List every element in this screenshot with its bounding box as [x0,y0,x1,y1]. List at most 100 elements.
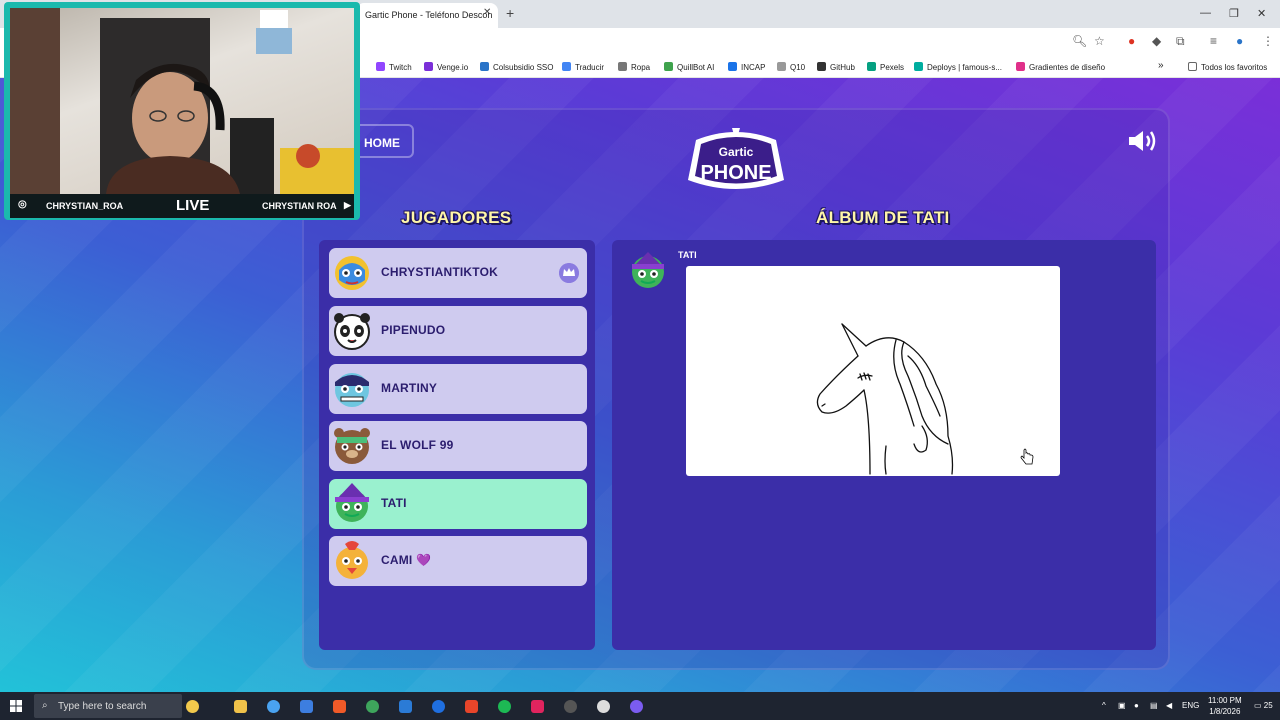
minimize-icon[interactable]: — [1200,7,1211,19]
bookmark-favicon-icon [777,62,786,71]
windows-start-icon[interactable] [10,700,22,712]
bookmark-favicon-icon [867,62,876,71]
player-row[interactable]: CHRYSTIANTIKTOK [329,248,587,298]
bookmark-item[interactable]: Gradientes de diseño [1016,62,1105,72]
player-name: EL WOLF 99 [381,438,454,452]
instagram-icon: ◎ [18,199,27,210]
player-row[interactable]: TATI [329,479,587,529]
stream-handle-right: CHRYSTIAN ROA [262,201,337,211]
spotify-icon[interactable] [498,700,511,713]
clock[interactable]: 11:00 PM 1/8/2026 [1208,695,1242,717]
tiktok-icon[interactable] [531,700,544,713]
extension-icon[interactable]: ● [1128,34,1135,48]
bookmark-favicon-icon [562,62,571,71]
copilot-sparkle-icon[interactable] [186,700,199,713]
player-row[interactable]: MARTINY [329,364,587,414]
bird-avatar-icon [336,541,368,579]
volume-icon[interactable]: ◀ [1166,701,1172,710]
app-icon[interactable] [465,700,478,713]
stream-handle-left: CHRYSTIAN_ROA [46,201,124,211]
bookmark-item[interactable]: Colsubsidio SSO [480,62,553,72]
edge-icon[interactable] [267,700,280,713]
monster-avatar-icon [335,373,369,407]
search-placeholder: Type here to search [58,701,147,712]
new-tab-button[interactable]: + [506,5,514,21]
bookmark-favicon-icon [1016,62,1025,71]
bookmark-favicon-icon [728,62,737,71]
hand-cursor-icon [1020,448,1034,465]
app-icon[interactable] [564,700,577,713]
bookmark-item[interactable]: Q10 [777,62,805,72]
bookmark-favicon-icon [618,62,627,71]
tray-icon[interactable]: ▣ [1118,701,1126,710]
bookmark-star-icon[interactable]: ☆ [1094,34,1105,48]
bookmark-label: Deploys | famous-s... [927,63,1002,72]
search-icon: ⌕ [42,700,48,711]
bookmark-item[interactable]: QuillBot AI [664,62,714,72]
bookmark-label: GitHub [830,63,855,72]
bookmark-item[interactable]: Traducir [562,62,604,72]
store-icon[interactable] [300,700,313,713]
window-close-icon[interactable]: ✕ [1257,7,1266,20]
luchador-avatar-icon [335,256,369,290]
bookmark-item[interactable]: Ropa [618,62,650,72]
album-heading: ÁLBUM DE TATI [816,208,950,227]
bookmark-item[interactable]: GitHub [817,62,855,72]
language-indicator[interactable]: ENG [1182,701,1199,710]
tray-chevron-icon[interactable]: ^ [1102,701,1106,710]
bookmark-item[interactable]: Pexels [867,62,904,72]
bookmark-label: Ropa [631,63,651,72]
drawing-canvas [686,266,1060,476]
bookmark-favicon-icon [664,62,673,71]
settings-icon[interactable] [597,700,610,713]
file-explorer-icon[interactable] [234,700,247,713]
bookmark-label: Twitch [389,63,412,72]
security-icon[interactable] [399,700,412,713]
zoom-icon[interactable]: 🔍︎ [1072,34,1087,48]
taskbar-search-input[interactable]: ⌕ Type here to search [34,694,182,718]
home-label: HOME [364,136,400,150]
bookmark-label: Traducir [575,63,605,72]
extension-icon[interactable]: ◆ [1152,34,1161,48]
live-label: LIVE [176,197,210,214]
player-row[interactable]: EL WOLF 99 [329,421,587,471]
players-heading: JUGADORES [401,208,512,227]
bookmark-item[interactable]: Twitch [376,62,412,72]
active-tab[interactable]: Gartic Phone - Teléfono Descon [356,3,498,28]
bookmark-favicon-icon [376,62,385,71]
logo-bottom-text: PHONE [700,162,771,184]
notifications-icon[interactable]: ▭ 25 [1254,701,1273,710]
album-panel: TATI [612,240,1156,650]
bookmark-favicon-icon [480,62,489,71]
home-button[interactable]: HOME [352,124,414,158]
mic-icon[interactable]: ● [1134,701,1139,710]
notification-count: 25 [1263,701,1273,710]
panda-avatar-icon [334,313,370,350]
webcam-feed [10,8,354,194]
profile-avatar-icon[interactable]: ● [1236,34,1243,48]
player-row[interactable]: PIPENUDO [329,306,587,356]
app-icon[interactable] [432,700,445,713]
webcam-overlay: ◎ CHRYSTIAN_ROA LIVE CHRYSTIAN ROA ▶ [4,2,360,220]
brave-icon[interactable] [333,700,346,713]
menu-icon[interactable]: ⋮ [1262,34,1274,48]
player-row[interactable]: CAMI 💜 [329,536,587,586]
restore-icon[interactable]: ❐ [1229,7,1239,20]
bookmark-favicon-icon [817,62,826,71]
tab-title: Gartic Phone - Teléfono Descon [365,10,493,20]
bookmark-label: QuillBot AI [677,63,715,72]
bookmark-item[interactable]: Deploys | famous-s... [914,62,1002,72]
extensions-puzzle-icon[interactable]: ⧉ [1176,34,1185,49]
sound-icon[interactable] [1126,128,1158,154]
chrome-icon[interactable] [366,700,379,713]
close-tab-icon[interactable]: ✕ [483,7,491,18]
reading-list-icon[interactable]: ≡ [1210,34,1217,48]
network-icon[interactable]: ▤ [1150,701,1158,710]
all-favorites-link[interactable]: Todos los favoritos [1188,62,1267,72]
album-author-name: TATI [678,250,697,260]
bookmark-item[interactable]: Venge.io [424,62,468,72]
bookmark-item[interactable]: INCAP [728,62,765,72]
player-name: CHRYSTIANTIKTOK [381,265,498,279]
more-bookmarks-icon[interactable]: » [1158,60,1164,71]
app-icon[interactable] [630,700,643,713]
